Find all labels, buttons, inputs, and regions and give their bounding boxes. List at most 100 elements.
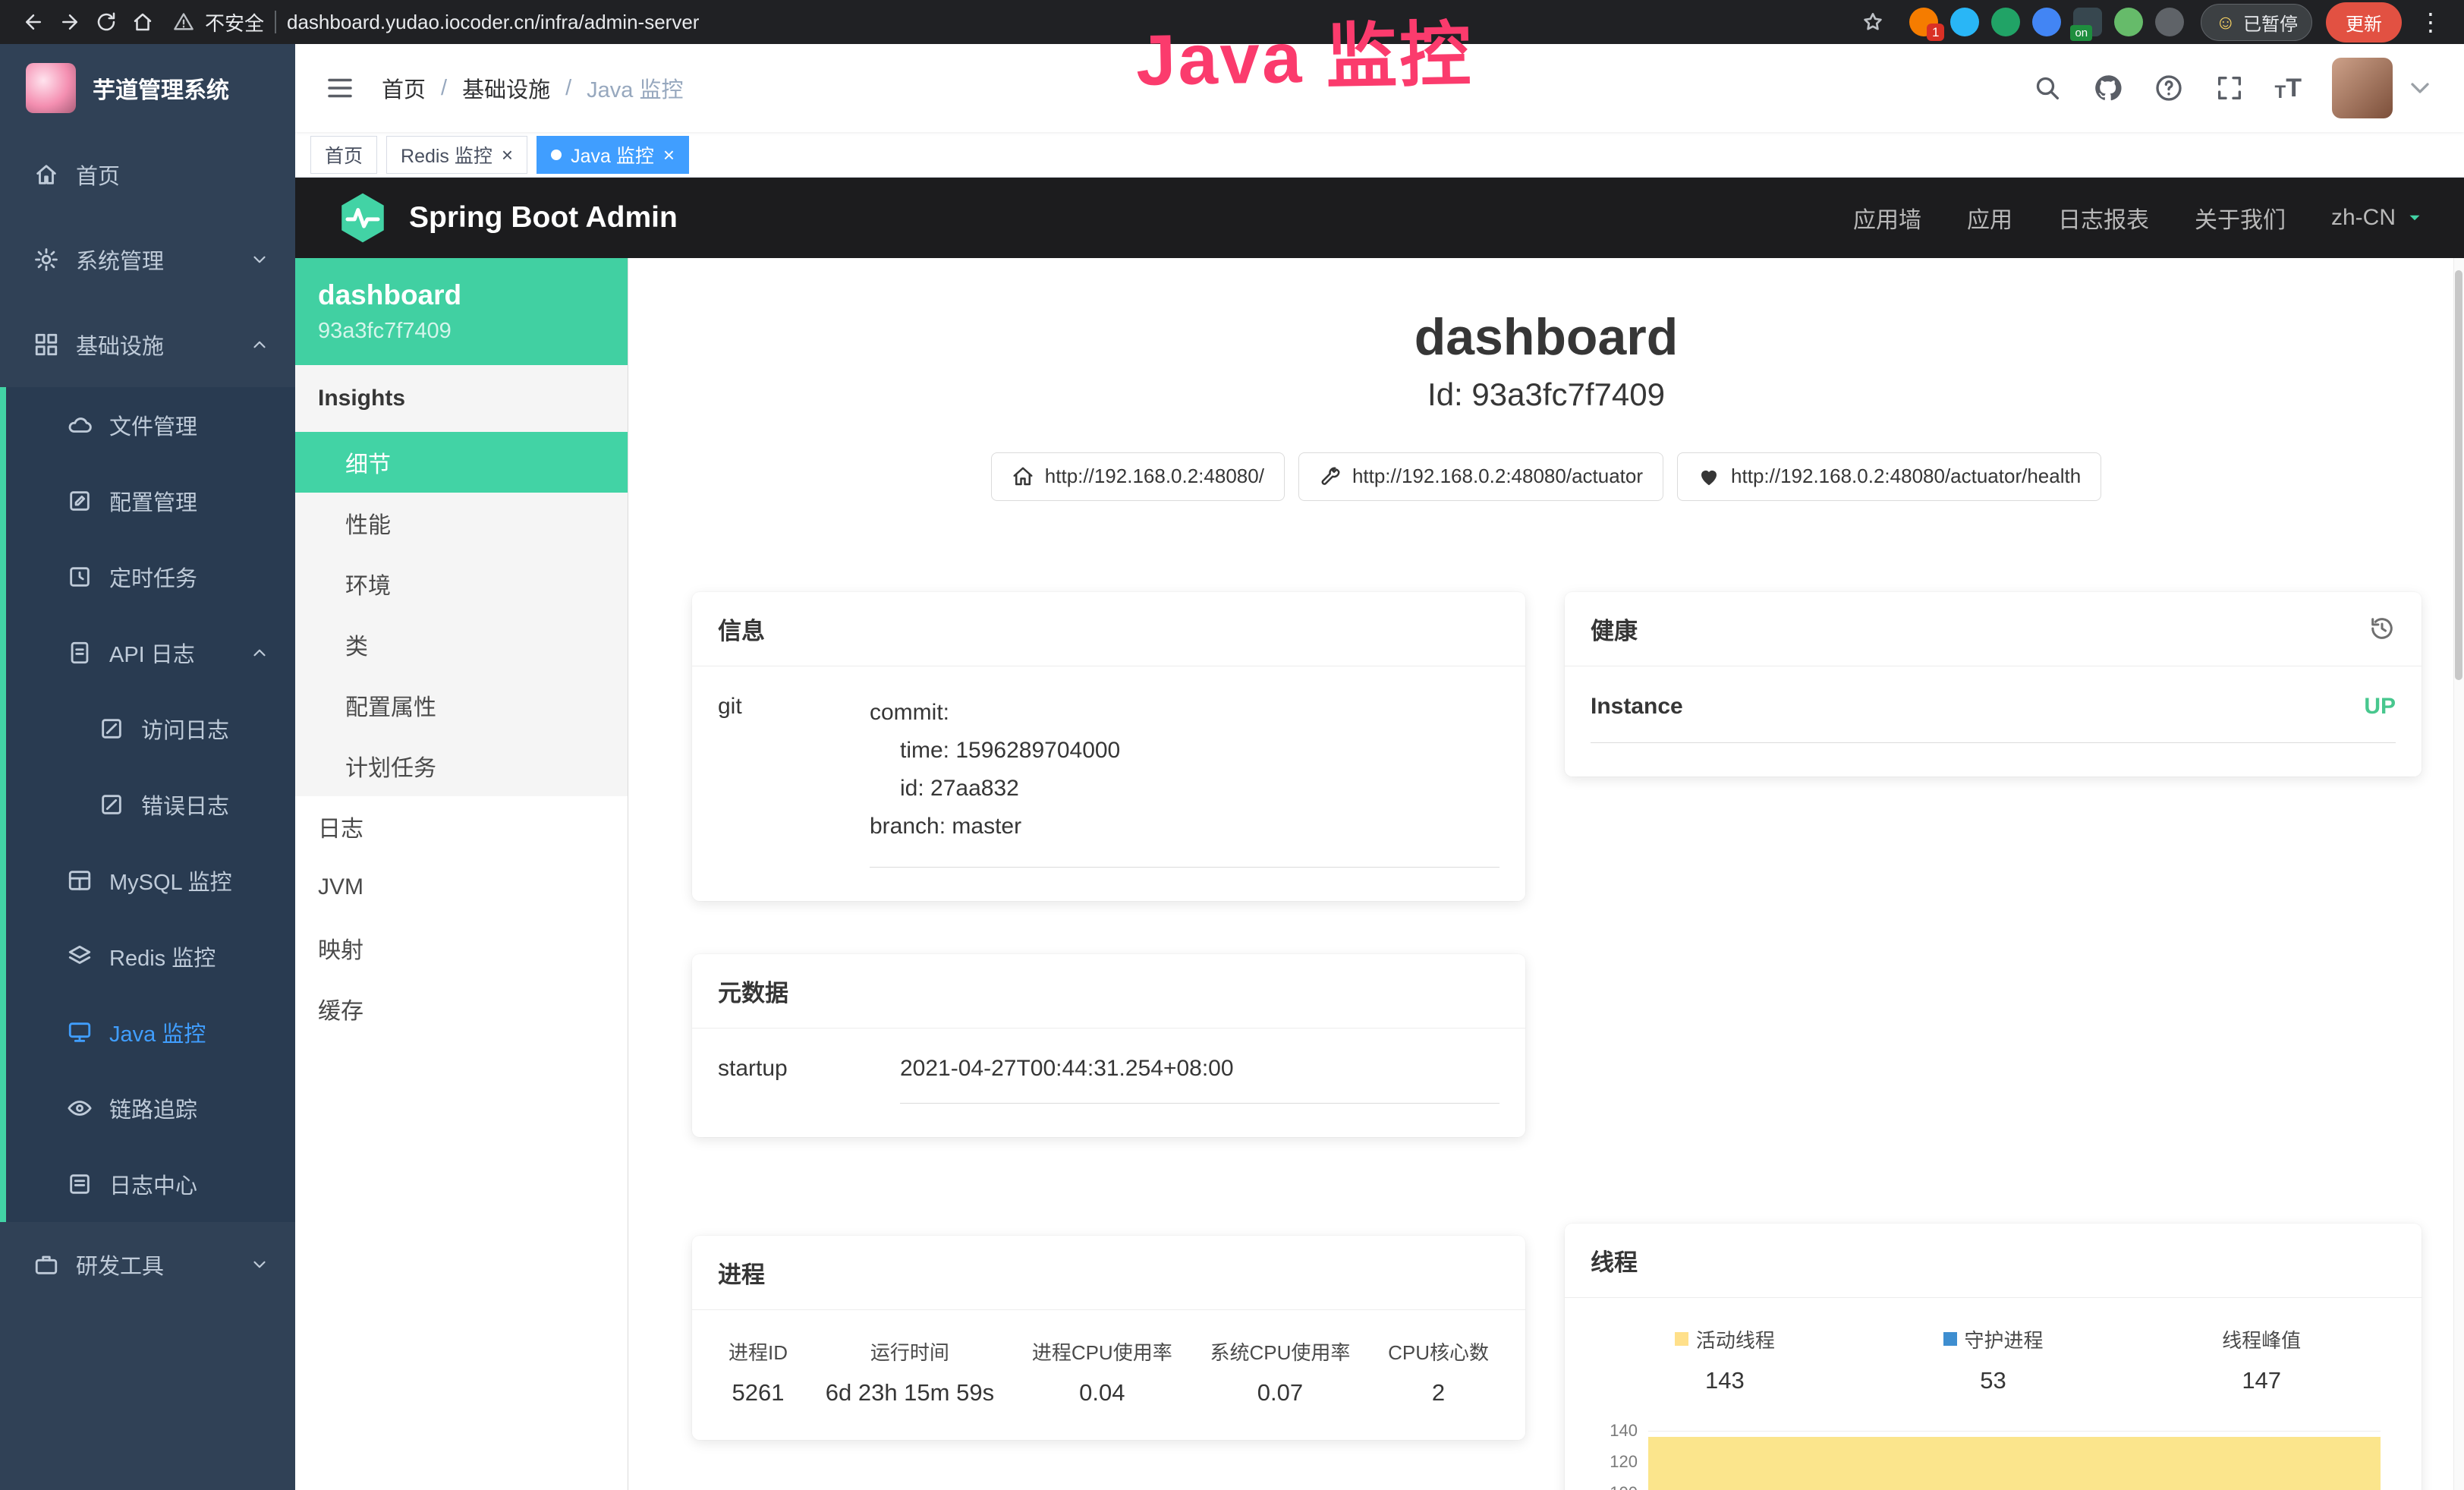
sidebar-item-log-center[interactable]: 日志中心: [0, 1146, 295, 1222]
actuator-url-label: http://192.168.0.2:48080/actuator: [1352, 465, 1643, 488]
warning-icon: [173, 11, 194, 33]
metadata-row-value: 2021-04-27T00:44:31.254+08:00: [900, 1056, 1499, 1104]
table-icon: [67, 868, 93, 893]
menu-item-scheduledtasks[interactable]: 计划任务: [295, 736, 628, 796]
search-icon[interactable]: [2032, 73, 2063, 103]
tab-java-monitor[interactable]: Java 监控 ×: [537, 136, 689, 174]
git-branch-line: branch: master: [870, 808, 1499, 846]
home-icon: [1012, 465, 1034, 488]
back-button[interactable]: [15, 4, 52, 40]
info-row-label: git: [718, 694, 870, 868]
extension-icon[interactable]: [1950, 8, 1979, 36]
menu-item-metrics[interactable]: 性能: [295, 493, 628, 553]
legend-swatch-active: [1675, 1332, 1688, 1346]
menu-item-mappings[interactable]: 映射: [295, 918, 628, 978]
sidebar-item-config-management[interactable]: 配置管理: [0, 463, 295, 539]
user-avatar[interactable]: [2332, 58, 2393, 118]
extension-icon[interactable]: on: [2073, 8, 2102, 36]
health-row-label: Instance: [1591, 694, 1683, 720]
reload-icon: [95, 11, 118, 33]
sidebar-item-infra[interactable]: 基础设施: [0, 302, 295, 387]
sidebar-submenu-infra: 文件管理 配置管理 定时任务 API 日志 访问日志 错误日志: [0, 387, 295, 1222]
menu-item-classes[interactable]: 类: [295, 614, 628, 675]
scrollbar-thumb[interactable]: [2455, 270, 2462, 680]
chrome-menu-icon[interactable]: ⋮: [2412, 8, 2449, 36]
breadcrumb-section[interactable]: 基础设施: [462, 72, 550, 104]
tab-redis-monitor[interactable]: Redis 监控 ×: [386, 136, 527, 174]
sidebar-item-redis-monitor[interactable]: Redis 监控: [0, 918, 295, 994]
extension-icon[interactable]: 1: [1909, 8, 1938, 36]
hamburger-icon[interactable]: [324, 72, 356, 104]
app-logo: 芋道管理系统: [0, 44, 295, 132]
sba-nav-wall[interactable]: 应用墙: [1853, 201, 1921, 235]
column-header: 进程ID: [729, 1337, 788, 1366]
extension-icon[interactable]: [2032, 8, 2061, 36]
fullscreen-icon[interactable]: [2214, 73, 2245, 103]
breadcrumb-home[interactable]: 首页: [382, 72, 426, 104]
extension-icon[interactable]: [2155, 8, 2184, 36]
cloud-icon: [67, 412, 93, 438]
chrome-update-button[interactable]: 更新: [2326, 2, 2402, 43]
legend-value: 53: [1859, 1367, 2128, 1394]
sidebar-item-mysql-monitor[interactable]: MySQL 监控: [0, 843, 295, 918]
tab-label: Redis 监控: [401, 141, 492, 169]
forward-button[interactable]: [52, 4, 88, 40]
y-axis: 140 120 100: [1591, 1425, 1648, 1490]
sba-brand[interactable]: Spring Boot Admin: [335, 190, 678, 246]
menu-item-details[interactable]: 细节: [295, 432, 628, 493]
home-button[interactable]: [124, 4, 161, 40]
history-icon[interactable]: [2368, 615, 2396, 642]
reload-button[interactable]: [88, 4, 124, 40]
menu-item-configprops[interactable]: 配置属性: [295, 675, 628, 736]
sba-nav-applications[interactable]: 应用: [1967, 201, 2012, 235]
instance-block[interactable]: dashboard 93a3fc7f7409: [295, 258, 628, 365]
breadcrumb: 首页 / 基础设施 / Java 监控: [382, 72, 683, 104]
sidebar-item-file-management[interactable]: 文件管理: [0, 387, 295, 463]
health-url-button[interactable]: http://192.168.0.2:48080/actuator/health: [1677, 452, 2101, 501]
github-icon[interactable]: [2093, 73, 2123, 103]
tab-home[interactable]: 首页: [310, 136, 377, 174]
close-icon[interactable]: ×: [663, 145, 675, 165]
sidebar-item-home[interactable]: 首页: [0, 132, 295, 217]
toolbox-icon: [33, 1252, 59, 1277]
menu-item-environment[interactable]: 环境: [295, 553, 628, 614]
help-icon[interactable]: [2154, 73, 2184, 103]
column-header: CPU核心数: [1388, 1337, 1489, 1366]
font-size-icon[interactable]: TT: [2275, 74, 2302, 103]
sidebar-item-scheduled-jobs[interactable]: 定时任务: [0, 539, 295, 615]
extension-icon[interactable]: [2114, 8, 2143, 36]
actuator-url-button[interactable]: http://192.168.0.2:48080/actuator: [1298, 452, 1663, 501]
menu-item-jvm[interactable]: JVM: [295, 857, 628, 918]
service-url-button[interactable]: http://192.168.0.2:48080/: [991, 452, 1285, 501]
health-card: 健康 Instance UP: [1565, 592, 2422, 777]
process-col-syscpu: 系统CPU使用率 0.07: [1210, 1337, 1350, 1407]
cell-value: 6d 23h 15m 59s: [826, 1379, 994, 1407]
log-icon: [67, 640, 93, 666]
paused-extension-chip[interactable]: ☺ 已暂停: [2201, 4, 2312, 41]
menu-item-caches[interactable]: 缓存: [295, 978, 628, 1039]
sidebar-item-label: 日志中心: [109, 1168, 197, 1200]
address-bar[interactable]: 不安全 dashboard.yudao.iocoder.cn/infra/adm…: [173, 8, 699, 36]
sba-nav: 应用墙 应用 日志报表 关于我们 zh-CN: [1853, 201, 2425, 235]
sba-language-select[interactable]: zh-CN: [2331, 205, 2425, 231]
tab-label: 首页: [325, 141, 363, 169]
sidebar-item-trace[interactable]: 链路追踪: [0, 1070, 295, 1146]
sidebar-item-java-monitor[interactable]: Java 监控: [0, 994, 295, 1070]
sba-nav-journal[interactable]: 日志报表: [2058, 201, 2149, 235]
sba-nav-about[interactable]: 关于我们: [2195, 201, 2286, 235]
sidebar-item-devtools[interactable]: 研发工具: [0, 1222, 295, 1307]
bookmark-star-icon[interactable]: [1861, 10, 1885, 34]
sidebar-item-error-log[interactable]: 错误日志: [0, 767, 295, 843]
close-icon[interactable]: ×: [502, 145, 513, 165]
process-card: 进程 进程ID 5261 运行时间 6d 23h 15m 59s: [692, 1236, 1525, 1440]
menu-item-logfile[interactable]: 日志: [295, 796, 628, 857]
sidebar-item-system[interactable]: 系统管理: [0, 217, 295, 302]
threads-chart: 140 120 100: [1591, 1425, 2396, 1490]
sidebar-item-access-log[interactable]: 访问日志: [0, 691, 295, 767]
sidebar-item-api-log[interactable]: API 日志: [0, 615, 295, 691]
extension-icon[interactable]: [1991, 8, 2020, 36]
y-tick: 120: [1610, 1452, 1638, 1472]
page-scrollbar[interactable]: [2453, 258, 2464, 1490]
extension-on-badge: on: [2070, 25, 2092, 41]
tab-label: Java 监控: [571, 141, 654, 169]
